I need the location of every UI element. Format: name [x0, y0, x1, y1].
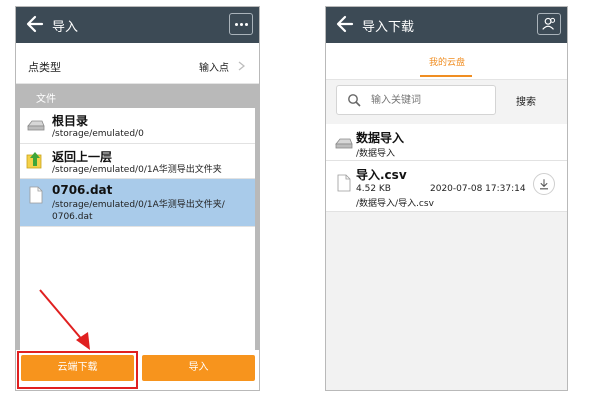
chevron-right-icon: [238, 61, 245, 71]
file-path-line2: 0706.dat: [52, 212, 93, 222]
tab-indicator: [420, 75, 472, 77]
file-path: /storage/emulated/0: [52, 129, 144, 139]
file-icon: [337, 174, 351, 192]
back-arrow-icon[interactable]: [336, 14, 354, 34]
tab-bar: 我的云盘: [326, 43, 567, 80]
page-title: 导入: [52, 20, 79, 35]
file-item-parent[interactable]: 返回上一层 /storage/emulated/0/1A华测导出文件夹: [20, 144, 255, 179]
file-path-line1: /storage/emulated/0/1A华测导出文件夹/: [52, 200, 225, 210]
file-path: /storage/emulated/0/1A华测导出文件夹: [52, 165, 222, 175]
user-icon: [542, 17, 556, 30]
more-menu-button[interactable]: [229, 13, 253, 35]
item-path: /数据导入/导入.csv: [356, 199, 434, 209]
cloud-item-folder[interactable]: 数据导入 /数据导入: [326, 124, 567, 161]
tab-my-cloud[interactable]: 我的云盘: [429, 55, 465, 68]
file-name: 根目录: [52, 114, 89, 128]
left-app-bar: 导入: [16, 7, 259, 43]
back-arrow-icon[interactable]: [26, 14, 44, 34]
item-path: /数据导入: [356, 149, 396, 159]
empty-area: [326, 212, 567, 390]
download-button[interactable]: [533, 173, 555, 195]
search-button[interactable]: 搜索: [516, 93, 536, 108]
file-name: 0706.dat: [52, 183, 113, 197]
file-item-root[interactable]: 根目录 /storage/emulated/0: [20, 108, 255, 144]
item-size: 4.52 KB: [356, 184, 391, 194]
point-type-row[interactable]: 点类型 输入点: [16, 49, 259, 84]
import-button[interactable]: 导入: [142, 355, 255, 381]
file-path: /storage/emulated/0/1A华测导出文件夹/0706.dat: [52, 199, 232, 223]
file-name: 返回上一层: [52, 150, 113, 164]
search-icon: [348, 94, 361, 107]
file-icon: [29, 186, 43, 204]
item-date: 2020-07-08 17:37:14: [430, 184, 526, 194]
item-name: 导入.csv: [356, 168, 407, 182]
account-button[interactable]: [537, 13, 561, 35]
annotation-arrow-icon: [39, 289, 90, 350]
drive-icon: [335, 138, 353, 149]
more-dots-icon: [235, 23, 238, 26]
highlight-box: [17, 351, 138, 389]
item-name: 数据导入: [356, 131, 405, 145]
folder-up-icon: [26, 152, 42, 169]
page-title: 导入下载: [362, 20, 415, 35]
right-phone-screen: 导入下载 我的云盘 搜索 数据导入 /数据导入: [325, 6, 568, 391]
cloud-item-file[interactable]: 导入.csv 4.52 KB 2020-07-08 17:37:14 /数据导入…: [326, 161, 567, 212]
right-app-bar: 导入下载: [326, 7, 567, 43]
search-input[interactable]: [371, 91, 491, 109]
files-header: 文件: [36, 94, 56, 105]
search-box: [336, 85, 496, 115]
search-bar: 搜索: [326, 80, 567, 124]
point-type-label: 点类型: [28, 61, 61, 74]
file-item-selected[interactable]: 0706.dat /storage/emulated/0/1A华测导出文件夹/0…: [20, 179, 255, 227]
point-type-value: 输入点: [199, 63, 229, 74]
download-icon: [540, 179, 548, 190]
drive-icon: [27, 120, 45, 131]
